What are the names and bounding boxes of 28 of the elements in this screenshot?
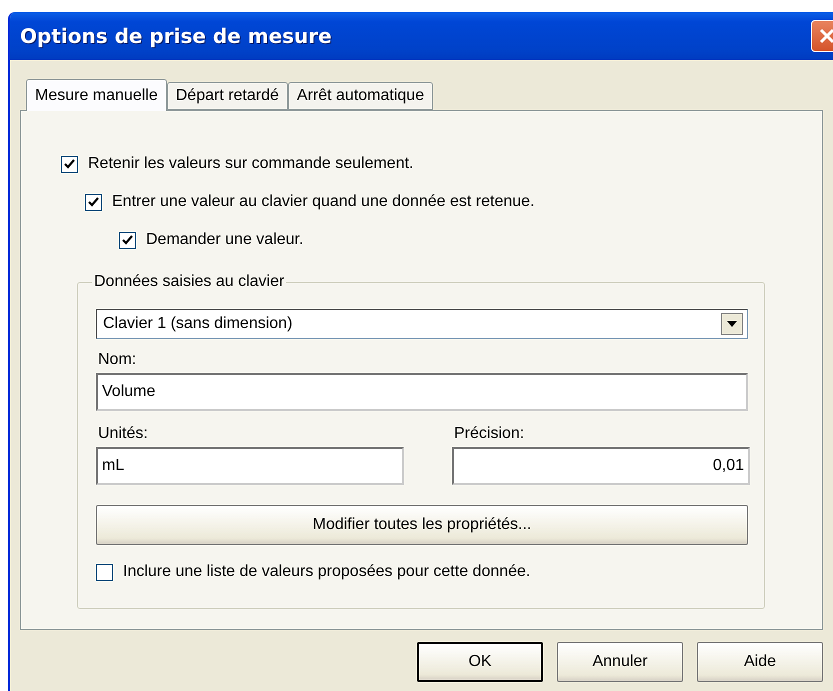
edit-properties-button[interactable]: Modifier toutes les propriétés... xyxy=(96,505,748,545)
field-label: Unités: xyxy=(98,425,149,443)
dropdown[interactable]: Clavier 1 (sans dimension) xyxy=(96,309,748,339)
checkbox[interactable] xyxy=(85,194,102,210)
checkbox[interactable] xyxy=(119,232,136,248)
tab[interactable]: Mesure manuelle xyxy=(26,79,167,111)
input-field[interactable]: Volume xyxy=(96,373,748,411)
checkbox-label[interactable]: Entrer une valeur au clavier quand une donnée est retenue. xyxy=(112,193,535,211)
checkbox[interactable] xyxy=(96,564,113,580)
window-title: Options de prise de mesure xyxy=(20,24,332,48)
group-title: Données saisies au clavier xyxy=(93,273,286,291)
tab[interactable]: Arrêt automatique xyxy=(288,82,434,110)
field-label: Précision: xyxy=(454,425,526,443)
dialog-button[interactable]: OK xyxy=(417,642,544,682)
checkbox-label[interactable]: Demander une valeur. xyxy=(146,231,304,249)
close-icon xyxy=(818,27,833,45)
dialog-button[interactable]: Annuler xyxy=(557,642,684,682)
checkmark-icon xyxy=(122,234,133,246)
input-field[interactable]: mL xyxy=(96,447,404,485)
input-field[interactable]: 0,01 xyxy=(452,447,750,485)
field-label: Nom: xyxy=(98,351,138,369)
checkmark-icon xyxy=(88,196,99,208)
checkbox-label[interactable]: Retenir les valeurs sur commande seulement. xyxy=(88,155,414,173)
tab[interactable]: Départ retardé xyxy=(166,82,288,110)
checkbox-label[interactable]: Inclure une liste de valeurs proposées pour cette donnée. xyxy=(123,563,530,581)
checkbox[interactable] xyxy=(61,156,78,172)
checkmark-icon xyxy=(64,158,75,170)
dialog-button[interactable]: Aide xyxy=(697,642,823,682)
